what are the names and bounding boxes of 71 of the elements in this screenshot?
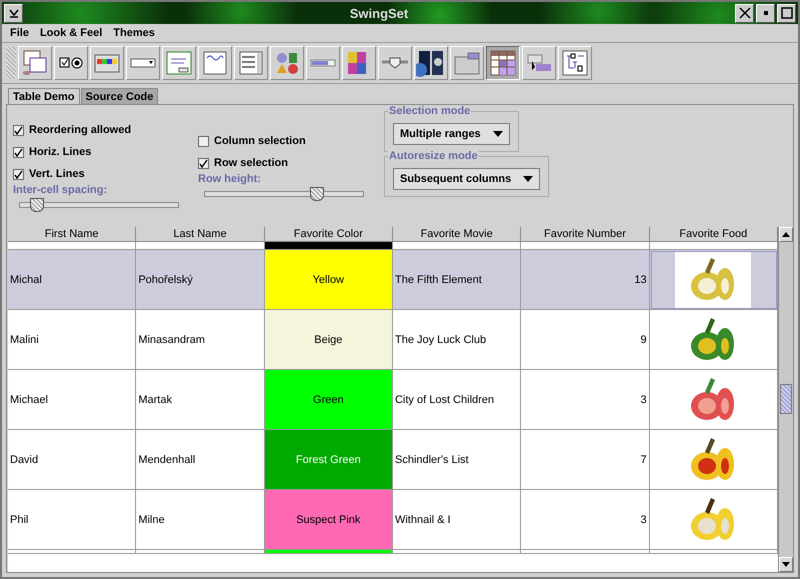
slider-icon: [381, 57, 409, 69]
checkbox[interactable]: [198, 158, 209, 168]
table-cell: 3: [521, 370, 650, 430]
table-cell: The Fifth Element: [392, 250, 522, 310]
progress-icon: [310, 59, 336, 67]
column-header[interactable]: Last Name: [136, 227, 265, 242]
scroll-up-icon[interactable]: [782, 232, 790, 237]
scrollbar[interactable]: [778, 227, 793, 572]
table-icon: [488, 48, 518, 78]
slider-thumb[interactable]: [310, 187, 324, 201]
column-header[interactable]: Favorite Number: [521, 227, 650, 242]
close-icon: [738, 7, 750, 19]
tab[interactable]: Source Code: [80, 88, 158, 104]
scroll-down-icon[interactable]: [782, 562, 790, 567]
caret-icon: [523, 176, 534, 182]
table-cell: Withnail & I: [392, 490, 522, 550]
table-cell: David: [8, 430, 136, 490]
table-cell: Pohořelský: [136, 250, 265, 310]
minimize-button[interactable]: [756, 4, 775, 22]
checkbox[interactable]: [198, 136, 209, 146]
column-header[interactable]: Favorite Food: [650, 227, 778, 242]
group-title: Selection mode: [388, 105, 472, 117]
column-header[interactable]: Favorite Movie: [392, 227, 522, 242]
checkbox-label: Row selection: [214, 157, 288, 169]
group-title: Autoresize mode: [388, 150, 479, 162]
table-cell: Schindler's List: [392, 430, 522, 490]
checkbox-label: Reordering allowed: [29, 124, 132, 136]
menu-item[interactable]: File: [10, 27, 29, 39]
maximize-icon: [780, 7, 792, 19]
checkbox-label: Horiz. Lines: [29, 146, 92, 158]
dropdown[interactable]: Subsequent columns: [393, 168, 540, 190]
checkbox[interactable]: [13, 168, 24, 180]
menu-item[interactable]: Look & Feel: [40, 27, 102, 39]
window-menu-button[interactable]: [4, 4, 23, 22]
checkbox[interactable]: [13, 146, 24, 158]
table-cell: Phil: [8, 490, 136, 550]
tree-icon: [560, 48, 590, 78]
toolbar-grip[interactable]: [6, 47, 16, 79]
slider-thumb[interactable]: [30, 198, 44, 212]
table-cell: 7: [521, 430, 650, 490]
table-cell: The Joy Luck Club: [392, 310, 522, 370]
table-cell: Michael: [8, 370, 136, 430]
column-header[interactable]: Favorite Color: [264, 227, 393, 242]
table-cell: 3: [521, 490, 650, 550]
tab[interactable]: Table Demo: [8, 88, 80, 104]
checkbox-label: Vert. Lines: [29, 168, 85, 180]
toolbar-button[interactable]: [486, 46, 520, 80]
window-title: SwingSet: [348, 6, 410, 20]
color-cell: Forest Green: [264, 430, 393, 490]
checkbox[interactable]: [13, 124, 24, 136]
scroll-thumb[interactable]: [780, 384, 792, 414]
combo-icon: [130, 58, 156, 68]
menu-item[interactable]: Themes: [113, 27, 155, 39]
column-header[interactable]: First Name: [8, 227, 136, 242]
caret-icon: [492, 131, 503, 137]
dropdown[interactable]: Multiple ranges: [393, 123, 510, 145]
table-cell: Malini: [8, 310, 136, 370]
table-cell: 9: [521, 310, 650, 370]
color-cell: Green: [264, 370, 393, 430]
color-cell: Beige: [264, 310, 393, 370]
table-cell: 13: [521, 250, 650, 310]
color-cell: Suspect Pink: [264, 490, 393, 550]
checkbox-label: Column selection: [214, 135, 306, 147]
maximize-button[interactable]: [777, 4, 796, 22]
color-cell: Yellow: [264, 250, 393, 310]
table-cell: City of Lost Children: [392, 370, 522, 430]
slider-label: Inter-cell spacing:: [13, 184, 108, 196]
close-button[interactable]: [735, 4, 754, 22]
chevron-down-icon: [8, 7, 20, 19]
slider-label: Row height:: [198, 173, 262, 185]
table-cell: Michal: [8, 250, 136, 310]
